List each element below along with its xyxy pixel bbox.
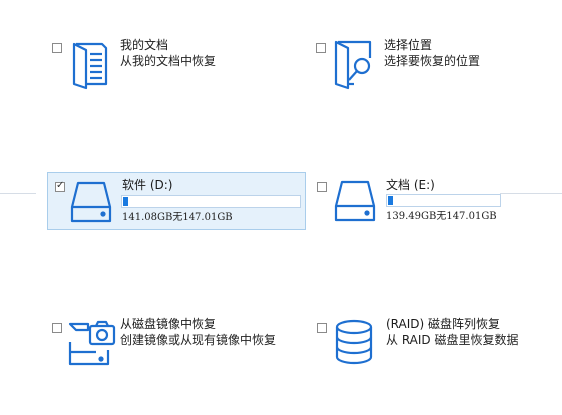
hard-drive-icon [70,181,112,223]
recover-from-image-checkbox[interactable] [52,323,62,333]
my-documents-checkbox[interactable] [52,43,62,53]
raid-recovery-item[interactable]: (RAID) 磁盘阵列恢复 从 RAID 磁盘里恢复数据 [310,312,550,372]
drive-d-usage-fill [123,197,128,206]
my-documents-title: 我的文档 [120,38,169,52]
drive-d-item[interactable]: 软件 (D:) 141.08GB无147.01GB [47,172,306,230]
drive-e-checkbox[interactable] [317,182,327,192]
recover-from-image-item[interactable]: 从磁盘镜像中恢复 创建镜像或从现有镜像中恢复 [46,312,296,372]
drive-e-usage-text: 139.49GB无147.01GB [386,211,497,222]
my-documents-subtitle: 从我的文档中恢复 [120,54,217,68]
recover-from-image-title: 从磁盘镜像中恢复 [120,317,217,331]
raid-recovery-subtitle: 从 RAID 磁盘里恢复数据 [386,333,519,347]
drive-e-title: 文档 (E:) [386,178,435,192]
location-my-documents[interactable]: 我的文档 从我的文档中恢复 [46,34,246,94]
drive-d-checkbox[interactable] [55,180,65,192]
select-location-subtitle: 选择要恢复的位置 [384,54,481,68]
recover-from-image-subtitle: 创建镜像或从现有镜像中恢复 [120,333,277,347]
raid-recovery-title: (RAID) 磁盘阵列恢复 [386,317,501,331]
drive-e-usage-fill [388,196,393,205]
location-select-location[interactable]: 选择位置 选择要恢复的位置 [310,34,530,94]
folder-search-icon [334,40,372,90]
drive-e-item[interactable]: 文档 (E:) 139.49GB无147.01GB [310,172,510,230]
drive-e-usage-bar [386,194,501,207]
select-location-title: 选择位置 [384,38,433,52]
drive-d-usage-text: 141.08GB无147.01GB [122,212,233,223]
documents-icon [72,42,108,90]
hard-drive-icon [334,180,376,222]
separator-left [0,193,36,194]
select-location-checkbox[interactable] [316,43,326,53]
raid-database-icon [335,319,373,365]
drive-d-usage-bar [121,195,301,208]
disk-camera-icon [68,320,116,366]
drive-d-title: 软件 (D:) [122,178,173,192]
raid-recovery-checkbox[interactable] [317,323,327,333]
